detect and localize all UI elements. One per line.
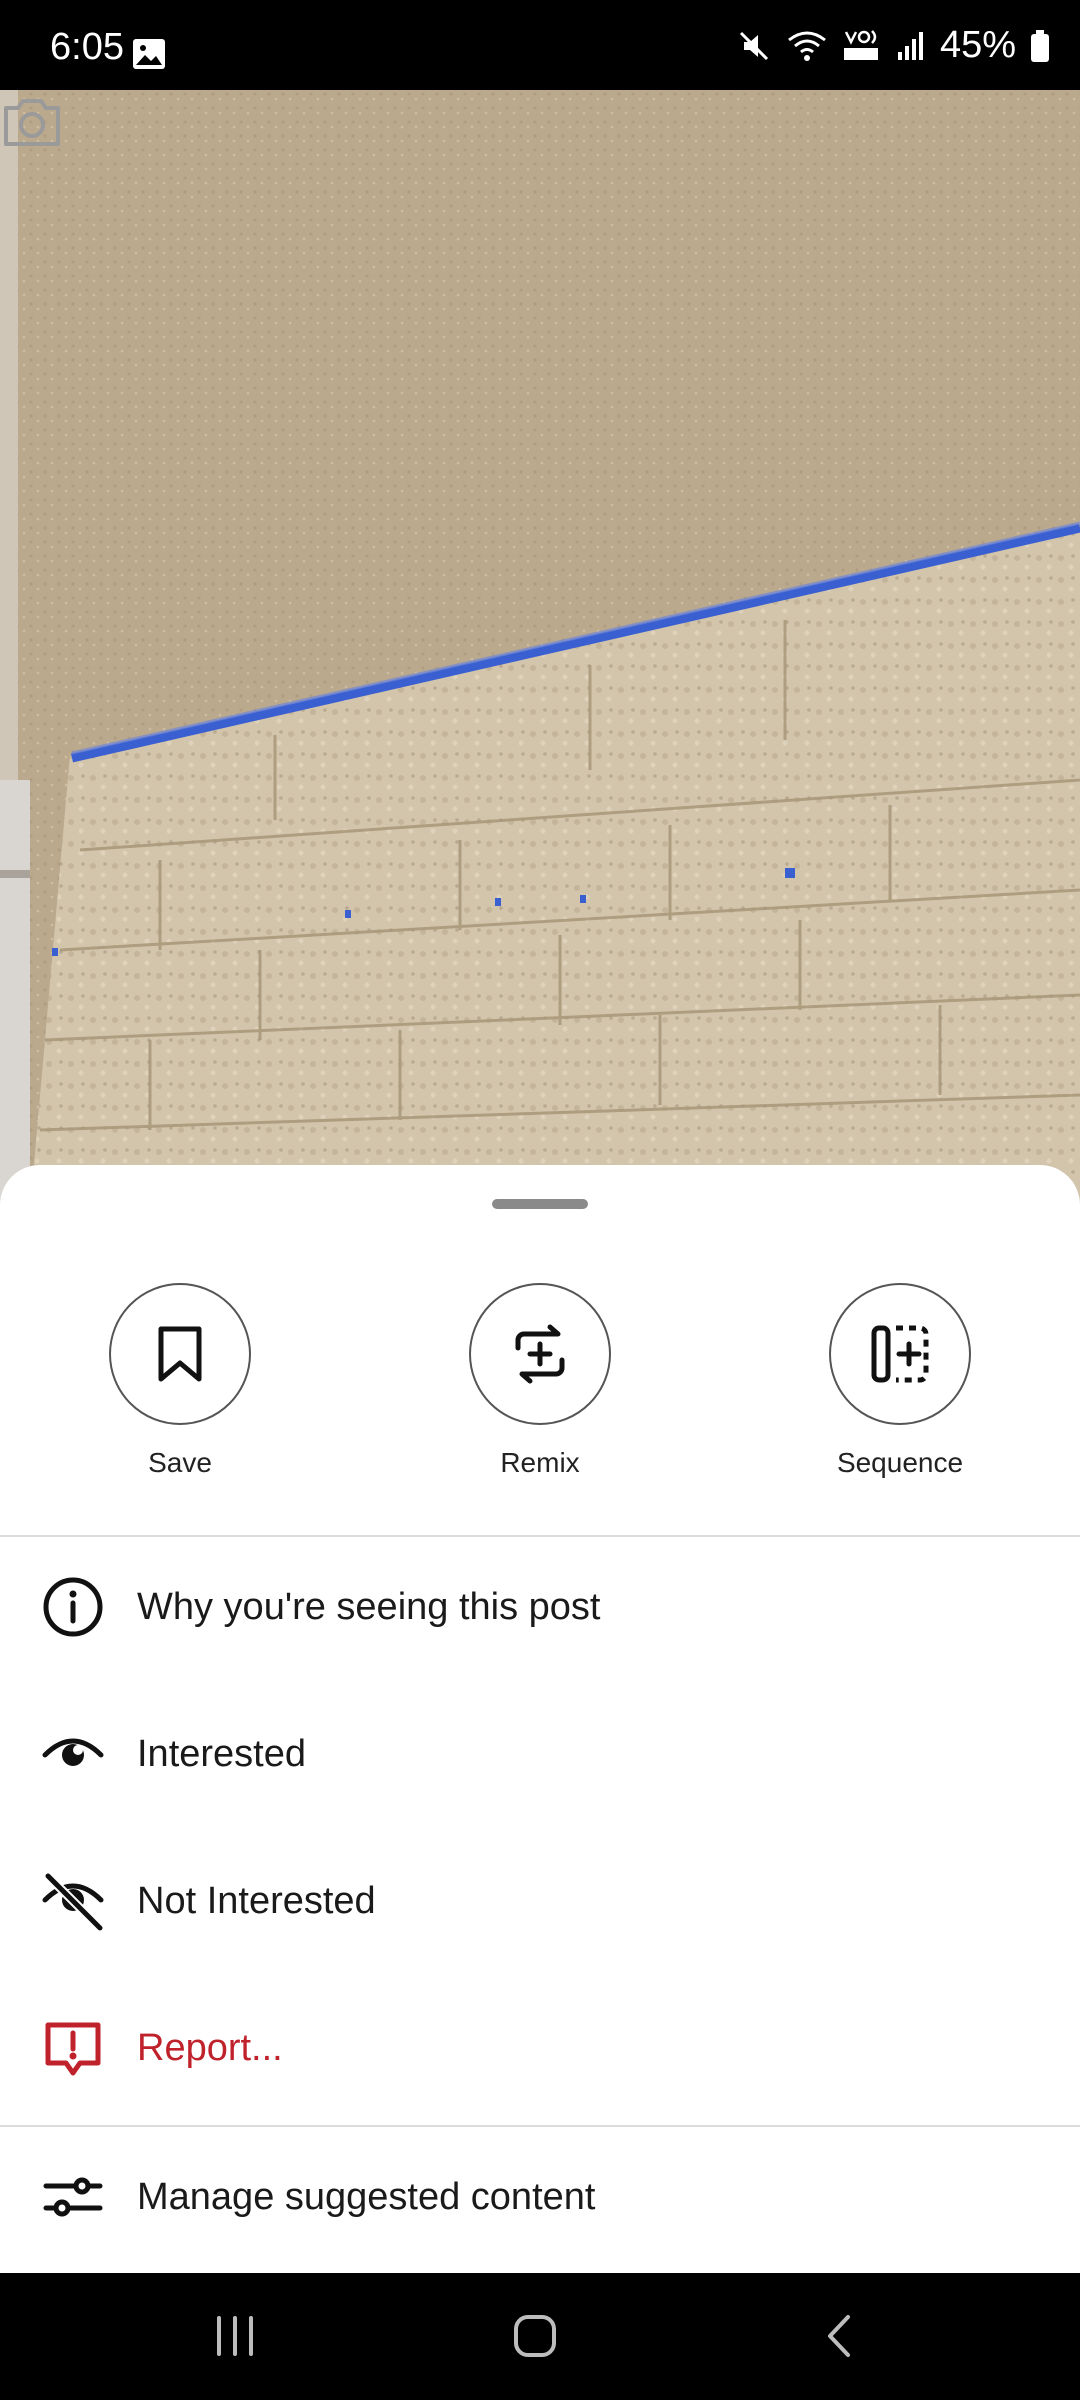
save-button[interactable]: Save — [60, 1283, 300, 1479]
recents-icon[interactable] — [205, 2311, 265, 2361]
eye-icon — [40, 1721, 106, 1787]
system-nav-bar — [0, 2273, 1080, 2400]
status-icons: 45% — [736, 24, 1050, 67]
menu-label: Interested — [137, 1732, 306, 1775]
info-icon — [40, 1574, 106, 1640]
menu-label: Report... — [137, 2026, 283, 2069]
eye-off-icon — [40, 1868, 106, 1934]
battery-icon — [1031, 29, 1049, 62]
post-photo[interactable] — [0, 90, 1080, 1210]
mute-icon — [739, 31, 768, 60]
bookmark-icon — [158, 1326, 202, 1382]
save-circle[interactable] — [109, 1283, 251, 1425]
menu-report[interactable]: Report... — [0, 1978, 1080, 2118]
camera-icon[interactable] — [0, 90, 64, 154]
bottom-sheet: Save Remix Sequence Why you're seeing th… — [0, 1165, 1080, 2273]
sequence-button[interactable]: Sequence — [780, 1283, 1020, 1479]
remix-icon — [515, 1324, 565, 1384]
menu-label: Not Interested — [137, 1879, 376, 1922]
menu-label: Why you're seeing this post — [137, 1585, 601, 1628]
menu-label: Manage suggested content — [137, 2175, 596, 2218]
save-label: Save — [148, 1447, 212, 1478]
quick-actions: Save Remix Sequence — [0, 1283, 1080, 1523]
wall-image — [0, 90, 1080, 1210]
remix-circle[interactable] — [469, 1283, 611, 1425]
menu-why-seeing-post[interactable]: Why you're seeing this post — [0, 1537, 1080, 1677]
sequence-label: Sequence — [836, 1447, 964, 1478]
sliders-icon — [40, 2164, 106, 2230]
menu-not-interested[interactable]: Not Interested — [0, 1831, 1080, 1971]
volte-icon — [843, 29, 878, 60]
home-icon[interactable] — [505, 2311, 565, 2361]
remix-label: Remix — [500, 1447, 580, 1478]
report-icon — [40, 2015, 106, 2081]
wifi-icon — [788, 31, 826, 61]
remix-button[interactable]: Remix — [420, 1283, 660, 1479]
status-bar: 6:05 45% — [0, 0, 1080, 90]
image-icon — [133, 39, 165, 69]
sequence-icon — [871, 1325, 929, 1383]
sheet-handle[interactable] — [492, 1199, 588, 1209]
battery-percent: 45% — [939, 24, 1016, 66]
sequence-circle[interactable] — [829, 1283, 971, 1425]
menu-manage-suggested[interactable]: Manage suggested content — [0, 2127, 1080, 2267]
signal-icon — [897, 31, 923, 60]
back-icon[interactable] — [810, 2311, 870, 2361]
menu-interested[interactable]: Interested — [0, 1684, 1080, 1824]
status-time: 6:05 — [50, 26, 124, 68]
